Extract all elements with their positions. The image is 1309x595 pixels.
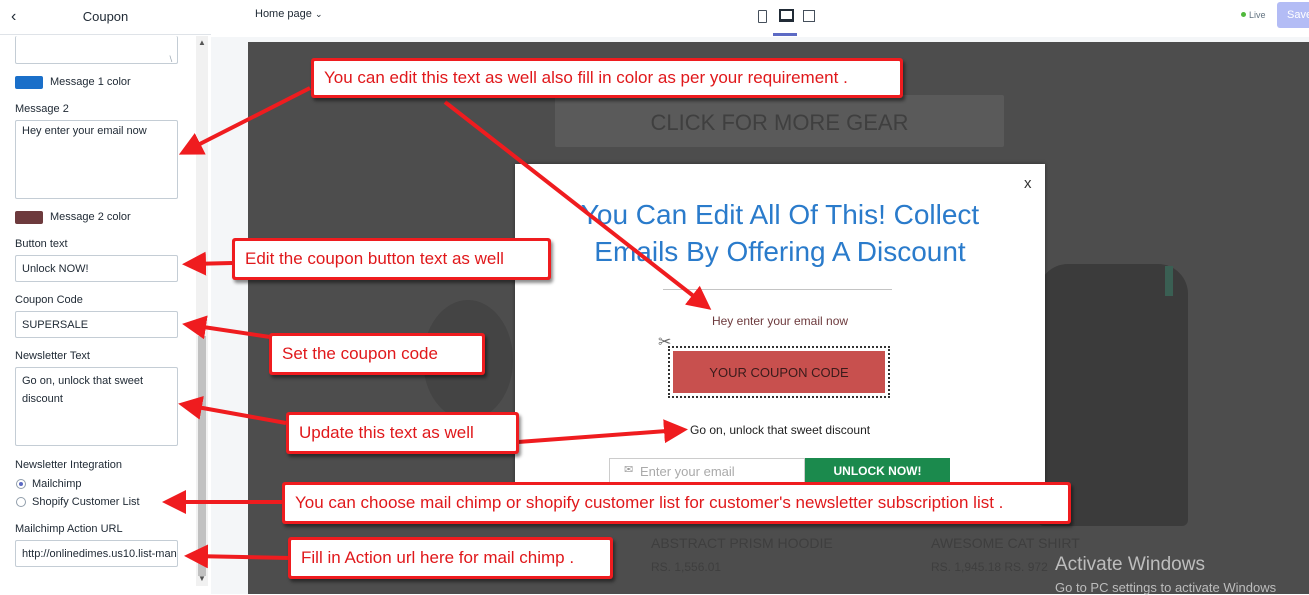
callout-action-url-label: Fill in Action url here for mail chimp . (291, 540, 610, 576)
callout-button-text: Edit the coupon button text as well (232, 238, 551, 280)
popup-message: Hey enter your email now (711, 314, 849, 328)
callout-button-text-label: Edit the coupon button text as well (235, 241, 548, 277)
mailchimp-radio[interactable] (16, 479, 26, 489)
desktop-view-icon[interactable] (779, 9, 794, 22)
coupon-code-label: YOUR COUPON CODE (709, 365, 849, 380)
shopify-customer-list-radio[interactable] (16, 497, 26, 507)
coupon-code-button[interactable]: YOUR COUPON CODE (673, 351, 885, 393)
shopify-option-label: Shopify Customer List (32, 496, 140, 508)
editor-topbar: Home page ⌄ Live Save (211, 0, 1309, 38)
close-icon[interactable]: x (1024, 175, 1032, 192)
message2-label: Message 2 (15, 103, 69, 115)
scroll-up-icon[interactable]: ▲ (198, 38, 206, 47)
callout-edit-text: You can edit this text as well also fill… (311, 58, 903, 98)
message2-color-swatch[interactable] (15, 211, 43, 224)
save-button[interactable]: Save (1277, 2, 1309, 28)
windows-activation-title: Activate Windows (1055, 554, 1205, 575)
newsletter-text-label: Newsletter Text (15, 350, 90, 362)
product1-price: RS. 1,556.01 (651, 560, 722, 574)
callout-edit-text-label: You can edit this text as well also fill… (314, 61, 900, 95)
mail-icon: ✉ (624, 464, 634, 476)
scroll-down-icon[interactable]: ▼ (198, 574, 206, 583)
live-status-dot (1241, 12, 1246, 17)
banner-button[interactable]: CLICK FOR MORE GEAR (555, 95, 1004, 147)
message1-textarea[interactable] (15, 36, 178, 64)
callout-integration: You can choose mail chimp or shopify cus… (282, 482, 1071, 524)
callout-coupon-code: Set the coupon code (269, 333, 485, 375)
save-button-label: Save (1287, 9, 1309, 21)
message2-textarea[interactable]: Hey enter your email now (15, 120, 178, 199)
product1-name[interactable]: ABSTRACT PRISM HOODIE (651, 535, 833, 551)
product2-price: RS. 1,945.18 RS. 972 (931, 560, 1048, 574)
popup-newsletter-text: Go on, unlock that sweet discount (690, 423, 871, 437)
message1-color-label: Message 1 color (50, 76, 131, 88)
action-url-label: Mailchimp Action URL (15, 523, 123, 535)
newsletter-text-textarea[interactable]: Go on, unlock that sweet discount (15, 367, 178, 446)
callout-action-url: Fill in Action url here for mail chimp . (288, 537, 613, 579)
message2-color-label: Message 2 color (50, 211, 131, 223)
callout-update-text-label: Update this text as well (289, 415, 516, 451)
sidebar-scrollbar[interactable]: ▲ ▼ (196, 36, 208, 586)
integration-label: Newsletter Integration (15, 459, 122, 471)
coupon-popup: x You Can Edit All Of This! Collect Emai… (515, 164, 1045, 486)
action-url-input[interactable]: http://onlinedimes.us10.list-manage (15, 540, 178, 567)
button-text-label: Button text (15, 238, 68, 250)
active-view-indicator (773, 33, 797, 36)
coupon-code-box[interactable]: YOUR COUPON CODE (668, 346, 890, 398)
popup-heading: You Can Edit All Of This! Collect Emails… (580, 199, 980, 267)
coupon-code-input[interactable]: SUPERSALE (15, 311, 178, 338)
callout-integration-label: You can choose mail chimp or shopify cus… (285, 485, 1068, 521)
button-text-input[interactable]: Unlock NOW! (15, 255, 178, 282)
section-title: Coupon (82, 9, 129, 24)
banner-button-label: CLICK FOR MORE GEAR (650, 110, 909, 135)
chevron-down-icon: ⌄ (314, 9, 323, 19)
callout-coupon-code-label: Set the coupon code (272, 336, 482, 372)
product2-name[interactable]: AWESOME CAT SHIRT (931, 535, 1080, 551)
popup-divider (663, 289, 892, 290)
scroll-thumb[interactable] (198, 336, 206, 576)
windows-activation-subtitle: Go to PC settings to activate Windows (1055, 580, 1277, 595)
callout-update-text: Update this text as well (286, 412, 519, 454)
email-placeholder: Enter your email (640, 464, 735, 479)
sidebar-header: ‹ Coupon (0, 0, 211, 35)
coupon-code-label: Coupon Code (15, 294, 83, 306)
mobile-view-icon[interactable] (758, 10, 767, 23)
theme-editor-sidebar: ‹ Coupon ∖ ▲ ▼ Message 1 color Message 2… (0, 0, 212, 594)
fullscreen-view-icon[interactable] (803, 10, 815, 22)
product-tag (1165, 266, 1173, 296)
page-selector[interactable]: Home page ⌄ (255, 8, 322, 20)
resize-grip-icon[interactable]: ∖ (168, 55, 176, 64)
mailchimp-option-label: Mailchimp (32, 478, 82, 490)
unlock-now-label: UNLOCK NOW! (833, 464, 922, 478)
live-status-label: Live (1249, 10, 1266, 20)
scissors-icon: ✂ (658, 334, 672, 351)
message1-color-swatch[interactable] (15, 76, 43, 89)
page-selector-label: Home page (255, 8, 312, 20)
